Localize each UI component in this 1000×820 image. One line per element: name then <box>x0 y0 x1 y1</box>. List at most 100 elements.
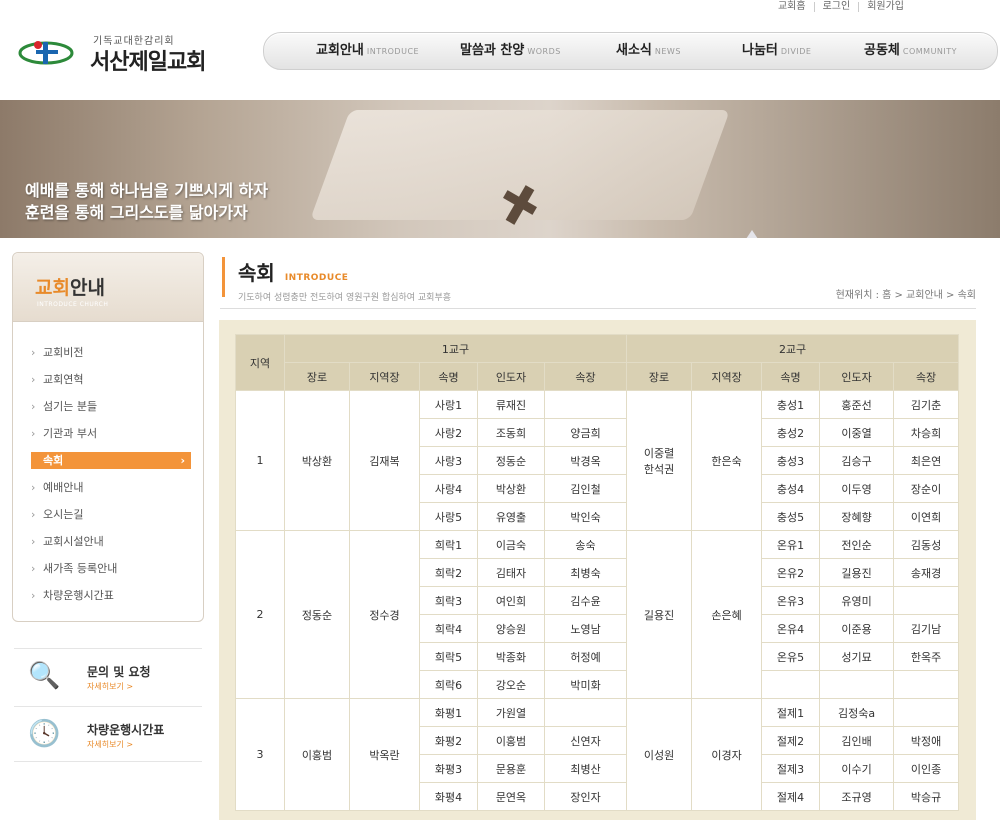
elder-cell: 이성원 <box>626 698 693 811</box>
cell-name: 화평1 <box>419 698 478 727</box>
col-region: 지역 <box>235 334 285 391</box>
church-logo[interactable]: 기독교대한감리회 서산제일교회 <box>18 28 218 76</box>
cell-guide: 여인희 <box>477 586 545 615</box>
cell-head: 양금희 <box>543 418 628 447</box>
page-title-block: 속회 INTRODUCE 기도하여 성령충만 전도하여 영원구원 합심하여 교회부… <box>222 257 451 303</box>
cell-guide: 이중열 <box>819 418 895 447</box>
sidebar-item-worship[interactable]: 예배안내 <box>31 474 191 501</box>
cell-head: 한옥주 <box>893 642 960 671</box>
logo-title: 서산제일교회 <box>90 50 206 75</box>
cell-head: 차승희 <box>893 418 960 447</box>
shuttle-title: 차량운행시간표 <box>87 723 165 737</box>
cell-head: 송재경 <box>893 558 960 587</box>
table-body: 1 박상환 김재복 사랑1 류재진 이중렬 한석권 한은숙 충성1 홍준선 김기춘 사랑2 조동희 양금… <box>235 390 960 811</box>
cell-name: 절제1 <box>761 698 821 727</box>
subhead: 장로 <box>626 362 693 391</box>
cell-head <box>893 586 960 615</box>
cell-guide: 이금숙 <box>477 530 545 559</box>
cell-head: 신연자 <box>543 726 628 755</box>
cell-name: 사랑1 <box>419 390 478 419</box>
nav-words[interactable]: 말씀과 찬양 WORDS <box>460 33 561 69</box>
cell-head <box>893 698 960 727</box>
nav-community[interactable]: 공동체 COMMUNITY <box>864 33 957 69</box>
cell-head: 최병산 <box>543 754 628 783</box>
inquiry-title: 문의 및 요청 <box>87 665 151 679</box>
subhead: 인도자 <box>477 362 545 391</box>
cell-guide: 김인배 <box>819 726 895 755</box>
elder-cell: 박상환 <box>284 390 350 531</box>
util-join-link[interactable]: 회원가입 <box>859 2 912 12</box>
cell-head: 박정애 <box>893 726 960 755</box>
cell-name: 충성3 <box>761 446 821 475</box>
elder-cell: 길용진 <box>626 530 693 699</box>
cell-head: 허정예 <box>543 642 628 671</box>
cell-guide: 양승원 <box>477 614 545 643</box>
elder-cell: 정동순 <box>284 530 350 699</box>
cell-name: 충성4 <box>761 474 821 503</box>
cell-name: 화평3 <box>419 754 478 783</box>
cell-name: 온유1 <box>761 530 821 559</box>
area-leader-cell: 이경자 <box>691 698 763 811</box>
util-home-link[interactable]: 교회홈 <box>770 2 815 12</box>
cell-guide: 유영출 <box>477 502 545 531</box>
cell-guide <box>819 670 895 699</box>
cell-guide: 홍준선 <box>819 390 895 419</box>
sidebar-subtitle: INTRODUCE CHURCH <box>37 301 109 308</box>
cell-head <box>543 390 628 419</box>
cell-guide: 박종화 <box>477 642 545 671</box>
cell-name: 사랑4 <box>419 474 478 503</box>
cell-guide: 조동희 <box>477 418 545 447</box>
cell-guide: 이준용 <box>819 614 895 643</box>
inquiry-box[interactable]: 🔍 문의 및 요청 자세히보기 > <box>14 648 202 703</box>
cell-guide: 강오순 <box>477 670 545 699</box>
cell-name: 충성1 <box>761 390 821 419</box>
cell-guide: 김정숙a <box>819 698 895 727</box>
cell-head: 장인자 <box>543 782 628 811</box>
cell-head: 이연희 <box>893 502 960 531</box>
nav-introduce[interactable]: 교회안내 INTRODUCE <box>316 33 419 69</box>
sidebar-item-directions[interactable]: 오시는길 <box>31 501 191 528</box>
cell-name: 충성5 <box>761 502 821 531</box>
main-banner: 예배를 통해 하나님을 기쁘시게 하자 훈련을 통해 그리스도를 닮아가자 <box>0 100 1000 238</box>
sidebar-item-departments[interactable]: 기관과 부서 <box>31 420 191 447</box>
sidebar-item-shuttle[interactable]: 차량운행시간표 <box>31 582 191 609</box>
main-nav: 교회안내 INTRODUCE 말씀과 찬양 WORDS 새소식 NEWS 나눔터 DIV… <box>263 32 998 70</box>
subhead: 속명 <box>419 362 478 391</box>
elder-cell: 이중렬 한석권 <box>626 390 693 531</box>
cell-name: 희락3 <box>419 586 478 615</box>
cell-head: 김동성 <box>893 530 960 559</box>
cell-head: 최병숙 <box>543 558 628 587</box>
sidebar-item-newcomer[interactable]: 새가족 등록안내 <box>31 555 191 582</box>
page-description: 기도하여 성령충만 전도하여 영원구원 합심하여 교회부흥 <box>238 293 452 303</box>
cell-guide: 정동순 <box>477 446 545 475</box>
cell-head: 최은연 <box>893 446 960 475</box>
cell-head: 박미화 <box>543 670 628 699</box>
table-row: 2 정동순 정수경 희락1 이금숙 송숙 길용진 손은혜 온유1 전인순 김동성 <box>235 530 960 699</box>
sidebar-item-vision[interactable]: 교회비전 <box>31 339 191 366</box>
cell-name: 절제4 <box>761 782 821 811</box>
shuttle-box[interactable]: 🕓 차량운행시간표 자세히보기 > <box>14 706 202 762</box>
region-cell: 2 <box>235 530 285 699</box>
area-leader-cell: 김재복 <box>349 390 420 531</box>
nav-divide[interactable]: 나눔터 DIVIDE <box>742 33 811 69</box>
cell-guide: 유영미 <box>819 586 895 615</box>
cell-guide: 조규영 <box>819 782 895 811</box>
cell-head: 노영남 <box>543 614 628 643</box>
sidebar-item-history[interactable]: 교회연혁 <box>31 366 191 393</box>
cell-guide: 김승구 <box>819 446 895 475</box>
cell-guide: 전인순 <box>819 530 895 559</box>
cell-head: 김기춘 <box>893 390 960 419</box>
cell-head: 박경옥 <box>543 446 628 475</box>
util-login-link[interactable]: 로그인 <box>815 2 860 12</box>
cell-head <box>893 670 960 699</box>
sidebar-item-facilities[interactable]: 교회시설안내 <box>31 528 191 555</box>
magnifier-book-icon: 🔍 <box>28 661 61 691</box>
area-leader-cell: 박옥란 <box>349 698 420 811</box>
cell-guide: 이수기 <box>819 754 895 783</box>
cell-guide: 성기묘 <box>819 642 895 671</box>
shuttle-more-link[interactable]: 자세히보기 > <box>87 739 133 750</box>
inquiry-more-link[interactable]: 자세히보기 > <box>87 681 133 692</box>
sidebar-item-staff[interactable]: 섬기는 분들 <box>31 393 191 420</box>
nav-news[interactable]: 새소식 NEWS <box>616 33 681 69</box>
sidebar-item-cells[interactable]: 속회 <box>31 452 191 469</box>
